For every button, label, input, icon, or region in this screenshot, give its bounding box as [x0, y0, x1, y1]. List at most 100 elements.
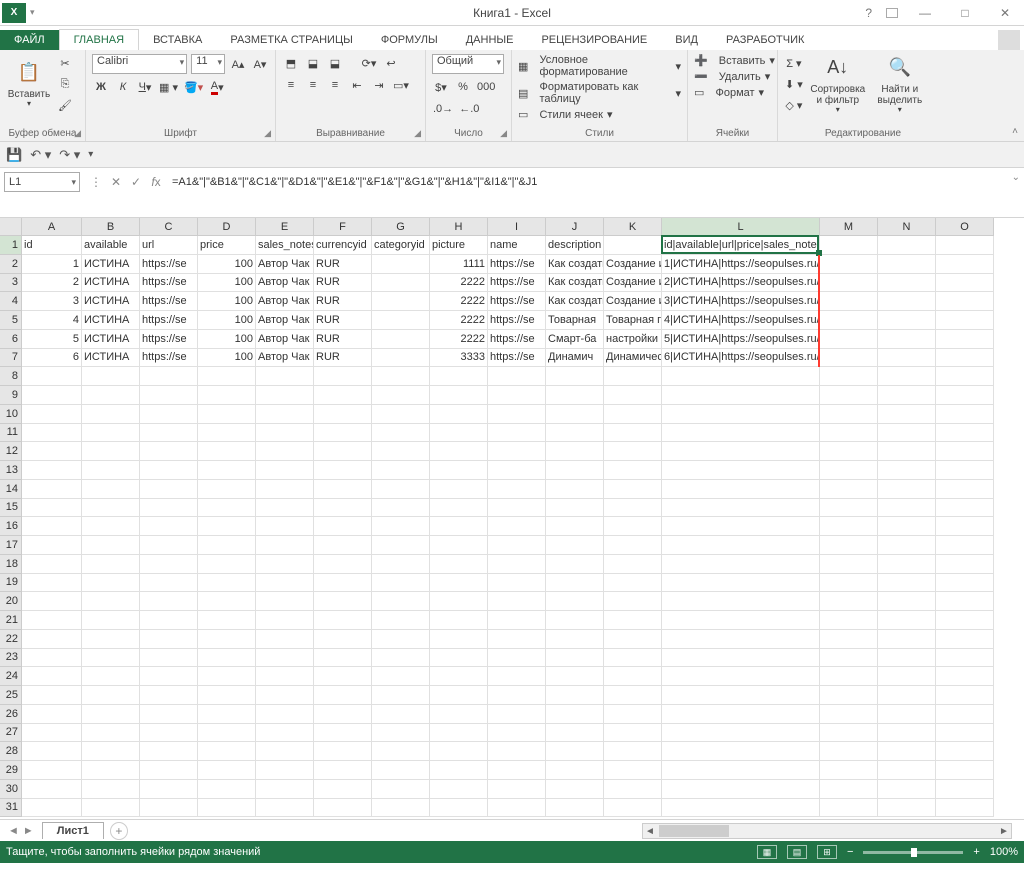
cell[interactable]	[22, 592, 82, 611]
cell[interactable]	[878, 536, 936, 555]
cell[interactable]: https://se	[488, 311, 546, 330]
cell[interactable]: https://se	[140, 330, 198, 349]
cell[interactable]	[878, 367, 936, 386]
cell[interactable]	[22, 705, 82, 724]
cell[interactable]	[256, 799, 314, 818]
cell[interactable]	[140, 592, 198, 611]
cell[interactable]	[198, 536, 256, 555]
cell[interactable]	[604, 536, 662, 555]
cell[interactable]: 3333	[430, 349, 488, 368]
cell[interactable]	[820, 611, 878, 630]
cell[interactable]	[878, 386, 936, 405]
wrap-text-icon[interactable]: ↩	[382, 54, 400, 72]
cell[interactable]	[314, 611, 372, 630]
cell[interactable]	[314, 517, 372, 536]
cell[interactable]	[546, 442, 604, 461]
cell[interactable]: 4|ИСТИНА|https://seopulses.ru/torgovaya-…	[662, 311, 820, 330]
cell[interactable]	[430, 742, 488, 761]
cell[interactable]: Товарная	[546, 311, 604, 330]
cell[interactable]: RUR	[314, 349, 372, 368]
cell[interactable]	[430, 424, 488, 443]
cell[interactable]	[140, 555, 198, 574]
maximize-button[interactable]: □	[952, 3, 978, 23]
cell[interactable]	[488, 517, 546, 536]
cell[interactable]	[662, 499, 820, 518]
cell[interactable]	[140, 480, 198, 499]
underline-button[interactable]: Ч ▾	[136, 78, 154, 96]
cell[interactable]	[372, 367, 430, 386]
page-layout-view-icon[interactable]: ▤	[787, 845, 807, 859]
row-header[interactable]: 8	[0, 367, 22, 386]
cell[interactable]	[488, 592, 546, 611]
cell[interactable]: 5	[22, 330, 82, 349]
cell[interactable]	[198, 742, 256, 761]
scroll-left-icon[interactable]: ◄	[643, 826, 657, 837]
cell[interactable]	[662, 555, 820, 574]
cell[interactable]	[488, 667, 546, 686]
cell[interactable]	[604, 592, 662, 611]
cell[interactable]	[140, 630, 198, 649]
cell[interactable]	[546, 686, 604, 705]
cell[interactable]: ИСТИНА	[82, 349, 140, 368]
cell[interactable]	[82, 611, 140, 630]
cell[interactable]	[488, 499, 546, 518]
cell[interactable]: 100	[198, 255, 256, 274]
column-headers[interactable]: ABCDEFGHIJKLMNO	[22, 218, 994, 236]
cell[interactable]	[372, 724, 430, 743]
cell[interactable]	[430, 780, 488, 799]
cell[interactable]: 100	[198, 311, 256, 330]
cell[interactable]: url	[140, 236, 198, 255]
cell[interactable]: 1|ИСТИНА|https://seopulses.ru/kak-sozdat…	[662, 255, 820, 274]
cell[interactable]	[82, 574, 140, 593]
close-button[interactable]: ✕	[992, 3, 1018, 23]
horizontal-scrollbar[interactable]: ◄ ►	[642, 823, 1012, 839]
add-sheet-button[interactable]: +	[110, 822, 128, 840]
cell[interactable]	[820, 480, 878, 499]
cell[interactable]	[430, 649, 488, 668]
cell[interactable]	[22, 611, 82, 630]
column-header[interactable]: A	[22, 218, 82, 236]
cell[interactable]	[546, 742, 604, 761]
cell[interactable]: Автор Чак	[256, 274, 314, 293]
cell[interactable]	[372, 311, 430, 330]
cell[interactable]	[662, 480, 820, 499]
cell[interactable]	[372, 667, 430, 686]
cell[interactable]	[604, 405, 662, 424]
cell[interactable]	[140, 799, 198, 818]
cell[interactable]	[256, 480, 314, 499]
row-header[interactable]: 31	[0, 799, 22, 818]
row-header[interactable]: 14	[0, 480, 22, 499]
cell[interactable]	[22, 686, 82, 705]
cell[interactable]	[372, 499, 430, 518]
cell[interactable]: Смарт-ба	[546, 330, 604, 349]
align-middle-icon[interactable]: ⬓	[304, 54, 322, 72]
cell[interactable]	[662, 705, 820, 724]
column-header[interactable]: B	[82, 218, 140, 236]
cell[interactable]	[372, 405, 430, 424]
cell[interactable]	[488, 574, 546, 593]
cell[interactable]	[314, 780, 372, 799]
row-header[interactable]: 29	[0, 761, 22, 780]
row-header[interactable]: 10	[0, 405, 22, 424]
border-icon[interactable]: ▦ ▾	[158, 78, 179, 96]
row-header[interactable]: 26	[0, 705, 22, 724]
row-header[interactable]: 27	[0, 724, 22, 743]
cell[interactable]	[22, 536, 82, 555]
delete-cells-button[interactable]: ➖ Удалить ▾	[694, 70, 771, 83]
cell[interactable]	[198, 405, 256, 424]
cell[interactable]	[662, 442, 820, 461]
cell[interactable]	[820, 630, 878, 649]
cell[interactable]	[820, 742, 878, 761]
cell[interactable]	[936, 292, 994, 311]
fill-handle[interactable]	[816, 250, 822, 256]
row-header[interactable]: 24	[0, 667, 22, 686]
bold-button[interactable]: Ж	[92, 78, 110, 96]
font-name-select[interactable]: Calibri	[92, 54, 187, 74]
cell[interactable]	[22, 667, 82, 686]
cell[interactable]	[878, 630, 936, 649]
cell[interactable]	[140, 424, 198, 443]
cell[interactable]	[820, 761, 878, 780]
align-top-icon[interactable]: ⬒	[282, 54, 300, 72]
cell[interactable]	[546, 761, 604, 780]
cell[interactable]	[936, 555, 994, 574]
